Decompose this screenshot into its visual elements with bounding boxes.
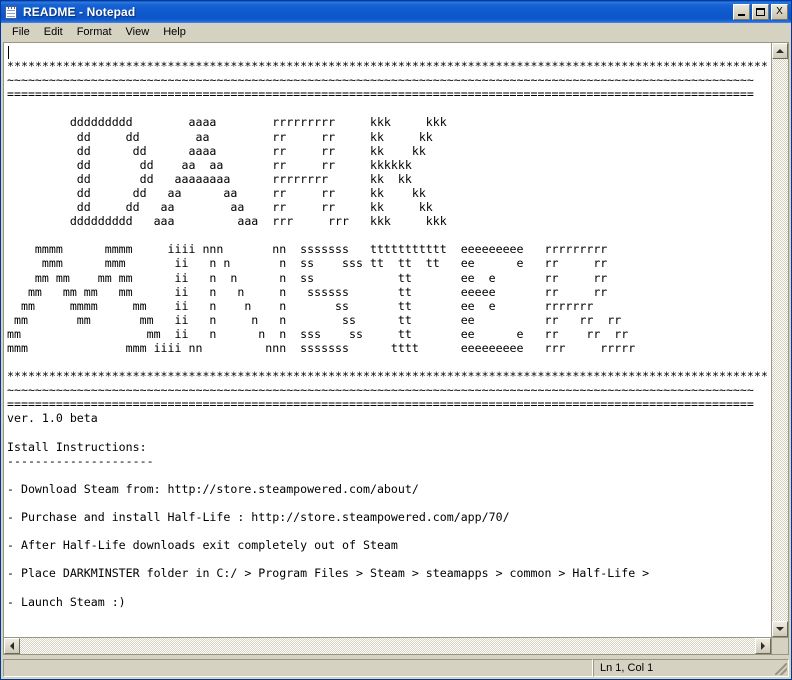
status-pane-position: Ln 1, Col 1	[593, 659, 789, 677]
menu-item-view[interactable]: View	[119, 25, 157, 41]
menu-item-file[interactable]: File	[5, 25, 37, 41]
status-bar: Ln 1, Col 1	[1, 657, 791, 679]
window-title: README - Notepad	[23, 5, 136, 19]
menu-bar: File Edit Format View Help	[1, 23, 791, 42]
scroll-right-button[interactable]	[755, 638, 771, 654]
document-text[interactable]: ****************************************…	[7, 45, 771, 609]
resize-grip[interactable]	[775, 663, 787, 675]
editor-frame: ****************************************…	[3, 42, 789, 655]
scroll-right-arrow-icon	[761, 642, 765, 650]
scroll-down-arrow-icon	[776, 627, 784, 631]
notepad-window: README - Notepad X File Edit Format View…	[0, 0, 792, 680]
scroll-down-button[interactable]	[772, 621, 788, 637]
title-bar-buttons: X	[733, 4, 788, 20]
scroll-up-button[interactable]	[772, 43, 788, 59]
status-pane-left	[3, 659, 593, 677]
scrollbar-corner	[771, 637, 788, 654]
horizontal-scrollbar[interactable]	[4, 637, 771, 654]
minimize-button[interactable]	[733, 4, 750, 20]
notepad-icon	[4, 4, 19, 20]
close-button[interactable]: X	[771, 4, 788, 20]
maximize-button[interactable]	[752, 4, 769, 20]
scroll-left-arrow-icon	[10, 642, 14, 650]
vertical-scroll-track[interactable]	[772, 59, 788, 621]
menu-item-format[interactable]: Format	[70, 25, 119, 41]
close-icon: X	[776, 6, 783, 17]
menu-item-help[interactable]: Help	[156, 25, 193, 41]
cursor-position-label: Ln 1, Col 1	[600, 662, 654, 674]
title-bar[interactable]: README - Notepad X	[1, 1, 791, 23]
scroll-up-arrow-icon	[776, 49, 784, 53]
scroll-left-button[interactable]	[4, 638, 20, 654]
text-editor[interactable]: ****************************************…	[4, 43, 771, 637]
horizontal-scroll-track[interactable]	[20, 638, 755, 654]
menu-item-edit[interactable]: Edit	[37, 25, 70, 41]
client-area: ****************************************…	[1, 42, 791, 657]
vertical-scrollbar[interactable]	[771, 43, 788, 637]
